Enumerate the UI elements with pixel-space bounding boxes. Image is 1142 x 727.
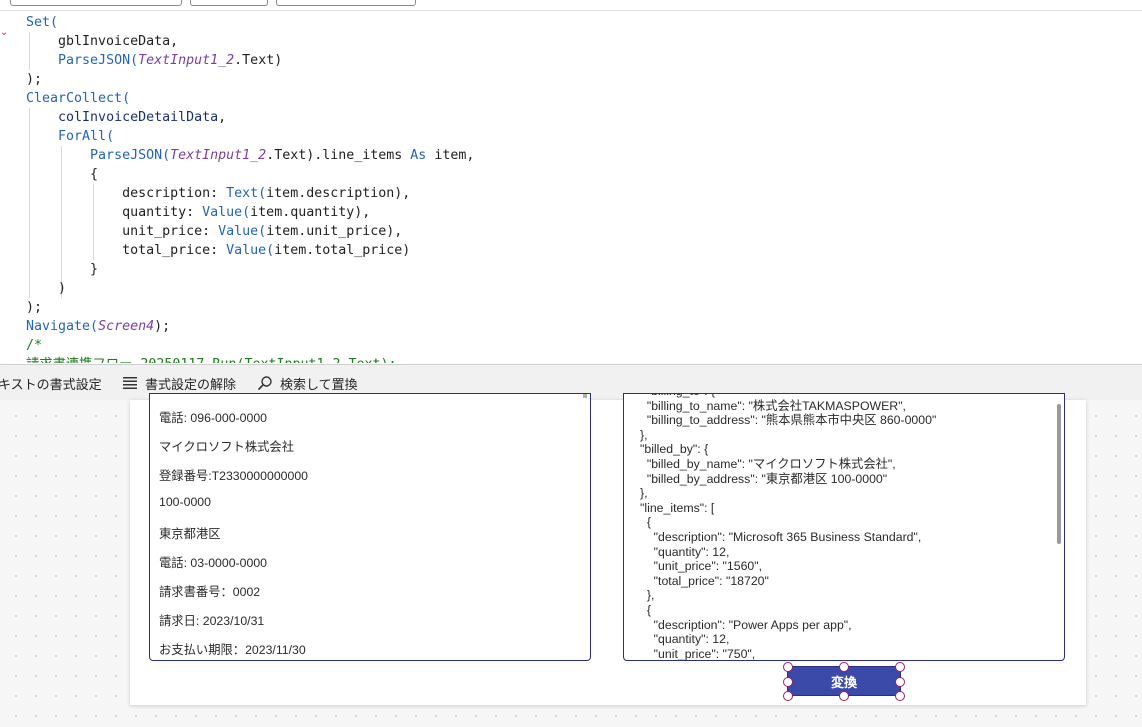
code-line: ); xyxy=(26,298,474,317)
collapse-marker-icon: ⌄ xyxy=(0,27,9,38)
format-text-label: キストの書式設定 xyxy=(0,376,102,392)
code-token: item.unit_price), xyxy=(266,224,403,239)
text-line: 登録番号:T2330000000000 xyxy=(159,469,309,483)
clear-format-label: 書式設定の解除 xyxy=(145,376,237,392)
resize-handle[interactable] xyxy=(895,691,905,701)
code-token: ); xyxy=(26,72,43,87)
scrollbar-thumb[interactable] xyxy=(1057,404,1061,544)
invoice-text-output[interactable]: 電話: 096-000-0000 マイクロソフト株式会社 登録番号:T23300… xyxy=(149,393,591,661)
formula-editor[interactable]: ⌄ Set( gblInvoiceData, ParseJSON(TextInp… xyxy=(0,11,1142,363)
format-text-button[interactable]: キストの書式設定 xyxy=(0,365,102,401)
text-line: マイクロソフト株式会社 xyxy=(159,440,295,454)
code-line: total_price: Value(item.total_price) xyxy=(26,241,474,260)
text-line: 東京都港区 xyxy=(159,527,221,541)
code-token: item.description), xyxy=(266,186,411,201)
text-line: 電話: 03-0000-0000 xyxy=(159,556,268,570)
code-token: quantity: xyxy=(26,205,203,220)
property-dropdown[interactable] xyxy=(10,0,182,6)
code-token: .Text) xyxy=(234,53,283,68)
code-token: ); xyxy=(26,300,43,315)
formula-code[interactable]: Set( gblInvoiceData, ParseJSON(TextInput… xyxy=(26,13,474,363)
text-line: 請求書番号：0002 xyxy=(159,585,261,599)
code-token: Set( xyxy=(26,15,59,30)
code-token: TextInput1_2 xyxy=(138,53,235,68)
code-line: ForAll( xyxy=(26,127,474,146)
resize-handle[interactable] xyxy=(783,677,793,687)
code-line: Set( xyxy=(26,13,474,32)
code-token: As xyxy=(410,148,427,163)
code-line: description: Text(item.description), xyxy=(26,184,474,203)
resize-handle[interactable] xyxy=(895,677,905,687)
code-line: ) xyxy=(26,279,474,298)
text-line: 電話: 096-000-0000 xyxy=(159,411,268,425)
code-token: ParseJSON( xyxy=(58,53,139,68)
code-token: Value( xyxy=(202,205,251,220)
code-token: colInvoiceDetailData xyxy=(58,110,219,125)
resize-handle[interactable] xyxy=(839,662,849,672)
search-replace-label: 検索して置換 xyxy=(280,376,358,392)
code-line: gblInvoiceData, xyxy=(26,32,474,51)
json-text-input[interactable]: "billing_to": { "billing_to_name": "株式会社… xyxy=(623,393,1065,661)
code-line: Navigate(Screen4); xyxy=(26,317,474,336)
code-line: unit_price: Value(item.unit_price), xyxy=(26,222,474,241)
code-token: ClearCollect( xyxy=(26,91,131,106)
resize-handle[interactable] xyxy=(839,691,849,701)
code-line: colInvoiceDetailData, xyxy=(26,108,474,127)
code-token: item, xyxy=(426,148,475,163)
code-token: item.quantity), xyxy=(250,205,371,220)
code-token: description: xyxy=(26,186,227,201)
search-icon xyxy=(257,376,272,391)
code-line: ClearCollect( xyxy=(26,89,474,108)
code-token: gblInvoiceData, xyxy=(26,34,179,49)
text-line: 請求日: 2023/10/31 xyxy=(159,614,265,628)
equals-field[interactable] xyxy=(190,0,268,6)
code-token: total_price: xyxy=(26,243,227,258)
top-strip xyxy=(0,0,1142,11)
code-token: Value( xyxy=(218,224,267,239)
code-line: { xyxy=(26,165,474,184)
json-content: "billing_to": { "billing_to_name": "株式会社… xyxy=(640,394,937,661)
code-token: Text( xyxy=(226,186,267,201)
code-token: , xyxy=(218,110,227,125)
code-token: /* xyxy=(26,338,43,353)
resize-handle[interactable] xyxy=(783,691,793,701)
text-line: お支払い期限：2023/11/30 xyxy=(159,643,306,657)
code-token: ) xyxy=(26,281,67,296)
code-line: ParseJSON(TextInput1_2.Text) xyxy=(26,51,474,70)
code-token: Value( xyxy=(226,243,275,258)
scrollbar-arrow[interactable] xyxy=(583,394,587,398)
code-token: ); xyxy=(154,319,171,334)
code-token: unit_price: xyxy=(26,224,219,239)
code-token: ParseJSON( xyxy=(90,148,171,163)
convert-button-label: 変換 xyxy=(830,674,857,690)
code-token: 請求書連携フロー_20250117.Run(TextInput1_2.Text)… xyxy=(26,357,397,363)
code-line: /* xyxy=(26,336,474,355)
code-token: .Text).line_items xyxy=(266,148,411,163)
code-line: quantity: Value(item.quantity), xyxy=(26,203,474,222)
code-line: ParseJSON(TextInput1_2.Text).line_items … xyxy=(26,146,474,165)
formula-selector[interactable] xyxy=(276,0,416,6)
resize-handle[interactable] xyxy=(895,662,905,672)
code-token: Navigate( xyxy=(26,319,99,334)
code-token: TextInput1_2 xyxy=(170,148,267,163)
code-line: 請求書連携フロー_20250117.Run(TextInput1_2.Text)… xyxy=(26,355,474,363)
code-token: item.total_price) xyxy=(274,243,411,258)
text-line: 100-0000 xyxy=(159,495,211,509)
code-token: ForAll( xyxy=(58,129,115,144)
code-line: ); xyxy=(26,70,474,89)
code-token: } xyxy=(26,262,99,277)
resize-handle[interactable] xyxy=(783,662,793,672)
clear-format-icon xyxy=(123,377,137,389)
code-token: Screen4 xyxy=(98,319,155,334)
code-line: } xyxy=(26,260,474,279)
code-token: { xyxy=(26,167,99,182)
